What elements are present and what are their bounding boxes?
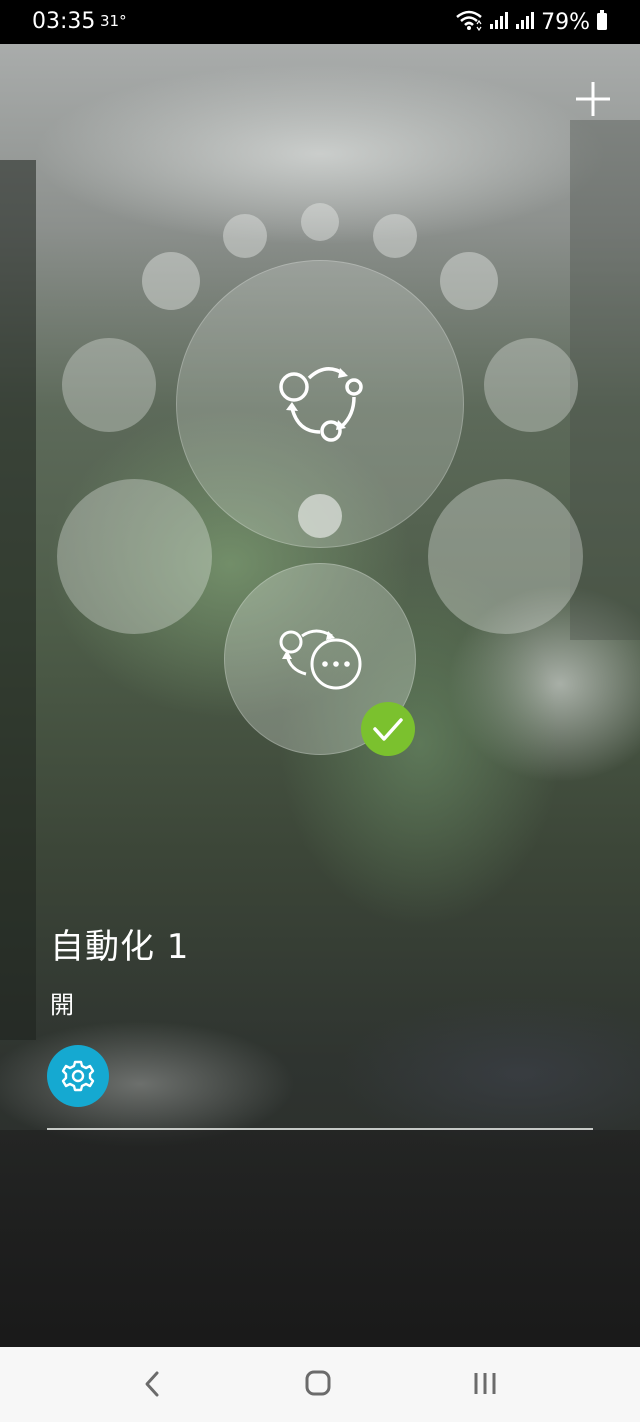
scene-dot xyxy=(301,203,339,241)
scene-option[interactable] xyxy=(62,338,156,432)
scene-dot xyxy=(142,252,200,310)
battery-icon xyxy=(596,9,608,35)
divider xyxy=(47,1128,593,1130)
signal-icon xyxy=(489,10,509,34)
status-time: 03:35 xyxy=(32,9,96,34)
back-chevron-icon xyxy=(145,1371,159,1397)
scene-dot xyxy=(298,494,342,538)
background-floor xyxy=(0,1130,640,1347)
navigation-bar xyxy=(0,1347,640,1422)
wifi-icon xyxy=(455,9,483,35)
signal-icon xyxy=(515,10,535,34)
scene-dot xyxy=(373,214,417,258)
automation-cycle-icon xyxy=(276,360,366,450)
add-button[interactable] xyxy=(572,78,614,120)
automation-title: 自動化 1 xyxy=(50,927,190,967)
checkmark-icon xyxy=(373,718,403,741)
recents-icon xyxy=(474,1373,496,1394)
automation-more-icon xyxy=(276,626,366,696)
scene-option[interactable] xyxy=(484,338,578,432)
scene-dot xyxy=(440,252,498,310)
automation-state: 開 xyxy=(50,991,74,1019)
gear-icon xyxy=(61,1060,95,1092)
status-temperature: 31° xyxy=(100,12,127,30)
settings-button[interactable] xyxy=(47,1045,109,1107)
plus-icon xyxy=(576,82,610,116)
status-icons: 79% xyxy=(455,9,608,35)
home-button[interactable] xyxy=(278,1347,358,1422)
selected-check-badge xyxy=(361,702,415,756)
home-icon xyxy=(305,1370,331,1396)
battery-percent: 79% xyxy=(541,9,590,35)
back-button[interactable] xyxy=(112,1347,192,1422)
recents-button[interactable] xyxy=(445,1347,525,1422)
scene-option[interactable] xyxy=(428,479,583,634)
automation-screen: 03:35 31° 79% 自動化 1 開 xyxy=(0,0,640,1422)
scene-option[interactable] xyxy=(57,479,212,634)
status-bar: 03:35 31° 79% xyxy=(0,0,640,44)
background-window-frame xyxy=(0,160,36,1040)
scene-dot xyxy=(223,214,267,258)
